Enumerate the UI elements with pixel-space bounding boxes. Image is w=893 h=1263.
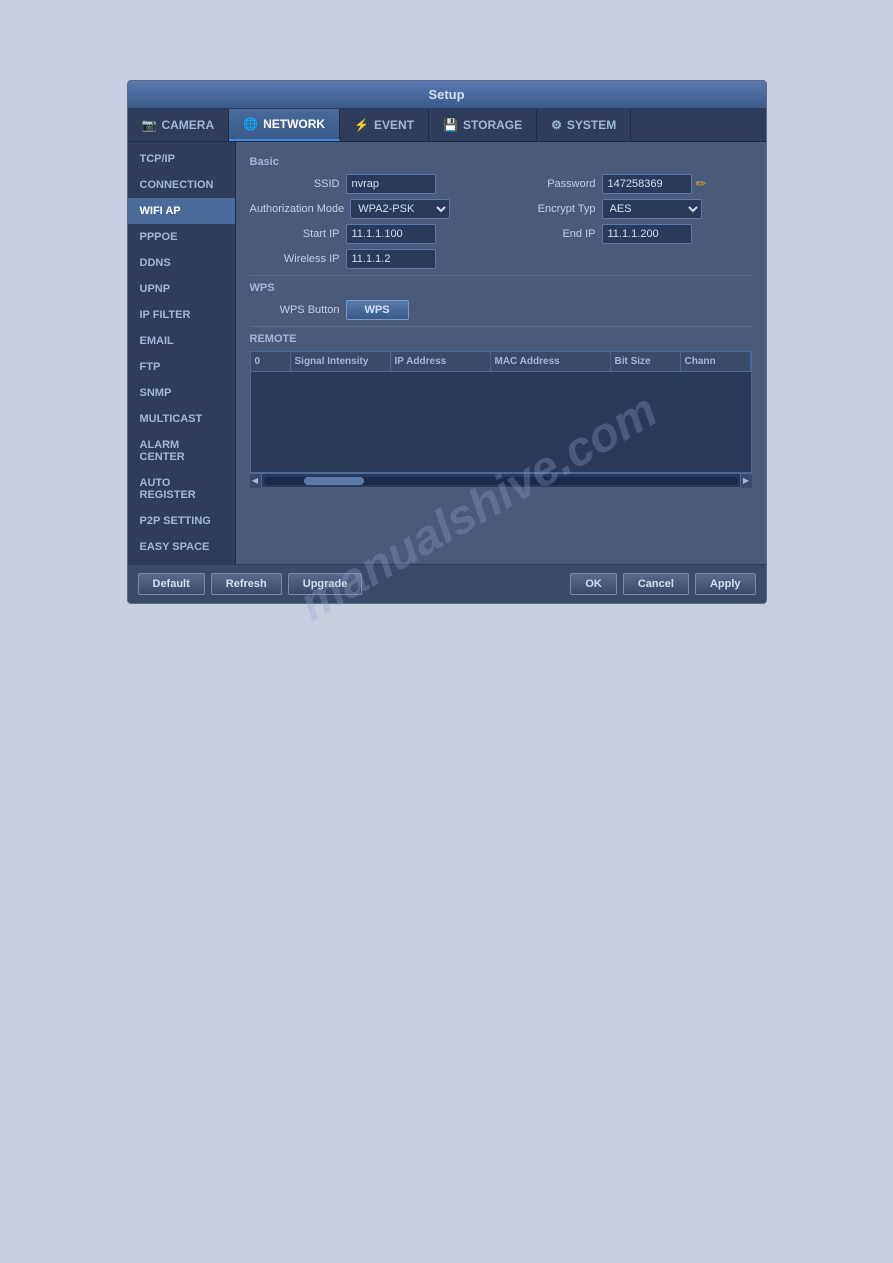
tab-network-label: NETWORK bbox=[263, 117, 325, 131]
btn-group-left: Default Refresh Upgrade bbox=[138, 573, 363, 595]
tab-camera-label: CAMERA bbox=[161, 118, 214, 132]
tab-camera[interactable]: 📷 CAMERA bbox=[128, 109, 230, 141]
tab-event[interactable]: ⚡ EVENT bbox=[340, 109, 429, 141]
col-signal: Signal Intensity bbox=[291, 352, 391, 371]
edit-password-icon[interactable]: ✏ bbox=[696, 176, 707, 192]
table-header: 0 Signal Intensity IP Address MAC Addres… bbox=[251, 352, 751, 372]
ssid-input[interactable] bbox=[346, 174, 436, 194]
upgrade-button[interactable]: Upgrade bbox=[288, 573, 363, 595]
password-input-group: ✏ bbox=[602, 174, 707, 194]
refresh-button[interactable]: Refresh bbox=[211, 573, 282, 595]
auth-mode-row: Authorization Mode WPA2-PSK WPA-PSK WEP … bbox=[250, 199, 496, 219]
wireless-ip-label: Wireless IP bbox=[250, 253, 340, 265]
sidebar: TCP/IP CONNECTION WIFI AP PPPOE DDNS UPN… bbox=[128, 142, 236, 564]
default-button[interactable]: Default bbox=[138, 573, 205, 595]
setup-window: Setup 📷 CAMERA 🌐 NETWORK ⚡ EVENT 💾 STORA… bbox=[127, 80, 767, 604]
scroll-thumb[interactable] bbox=[304, 477, 364, 485]
sidebar-item-tcpip[interactable]: TCP/IP bbox=[128, 146, 235, 172]
wps-button-row: WPS Button WPS bbox=[250, 300, 752, 320]
col-ip: IP Address bbox=[391, 352, 491, 371]
main-panel: Basic SSID Password ✏ bbox=[236, 142, 766, 564]
btn-group-right: OK Cancel Apply bbox=[570, 573, 755, 595]
remote-section-label: REMOTE bbox=[250, 333, 752, 345]
encrypt-type-row: Encrypt Typ AES TKIP AES+TKIP bbox=[506, 199, 752, 219]
wps-section-label: WPS bbox=[250, 282, 752, 294]
start-ip-row: Start IP bbox=[250, 224, 496, 244]
sidebar-item-multicast[interactable]: MULTICAST bbox=[128, 406, 235, 432]
ok-button[interactable]: OK bbox=[570, 573, 617, 595]
sidebar-item-ftp[interactable]: FTP bbox=[128, 354, 235, 380]
system-icon: ⚙ bbox=[551, 118, 562, 132]
cancel-button[interactable]: Cancel bbox=[623, 573, 689, 595]
sidebar-item-easyspace[interactable]: EASY SPACE bbox=[128, 534, 235, 560]
tab-event-label: EVENT bbox=[374, 118, 414, 132]
end-ip-row: End IP bbox=[506, 224, 752, 244]
wps-button[interactable]: WPS bbox=[346, 300, 409, 320]
wireless-ip-row: Wireless IP bbox=[250, 249, 496, 269]
start-ip-input[interactable] bbox=[346, 224, 436, 244]
sidebar-item-connection[interactable]: CONNECTION bbox=[128, 172, 235, 198]
wps-divider bbox=[250, 275, 752, 276]
end-ip-label: End IP bbox=[506, 228, 596, 240]
col-channel: Chann bbox=[681, 352, 751, 371]
wireless-ip-input[interactable] bbox=[346, 249, 436, 269]
scroll-track[interactable] bbox=[264, 477, 738, 485]
camera-icon: 📷 bbox=[142, 118, 157, 132]
password-row: Password ✏ bbox=[506, 174, 752, 194]
col-bitsize: Bit Size bbox=[611, 352, 681, 371]
tab-system[interactable]: ⚙ SYSTEM bbox=[537, 109, 631, 141]
ssid-label: SSID bbox=[250, 178, 340, 190]
scroll-right-arrow[interactable]: ▶ bbox=[740, 474, 752, 488]
tab-storage-label: STORAGE bbox=[463, 118, 522, 132]
sidebar-item-p2psetting[interactable]: P2P SETTING bbox=[128, 508, 235, 534]
title-bar: Setup bbox=[128, 81, 766, 109]
apply-button[interactable]: Apply bbox=[695, 573, 756, 595]
start-ip-label: Start IP bbox=[250, 228, 340, 240]
ssid-row: SSID bbox=[250, 174, 496, 194]
content-area: TCP/IP CONNECTION WIFI AP PPPOE DDNS UPN… bbox=[128, 142, 766, 564]
sidebar-item-pppoe[interactable]: PPPOE bbox=[128, 224, 235, 250]
window-title: Setup bbox=[428, 87, 464, 102]
bottom-bar: Default Refresh Upgrade OK Cancel Apply bbox=[128, 564, 766, 603]
auth-mode-label: Authorization Mode bbox=[250, 203, 345, 215]
sidebar-item-autoregister[interactable]: AUTO REGISTER bbox=[128, 470, 235, 508]
basic-section-label: Basic bbox=[250, 156, 752, 168]
remote-divider bbox=[250, 326, 752, 327]
scroll-left-arrow[interactable]: ◀ bbox=[250, 474, 262, 488]
sidebar-item-snmp[interactable]: SNMP bbox=[128, 380, 235, 406]
sidebar-item-email[interactable]: EMAIL bbox=[128, 328, 235, 354]
form-basic: SSID Password ✏ Authorization Mode bbox=[250, 174, 752, 269]
col-mac: MAC Address bbox=[491, 352, 611, 371]
horizontal-scrollbar[interactable]: ◀ ▶ bbox=[250, 473, 752, 487]
sidebar-item-alarmcenter[interactable]: ALARM CENTER bbox=[128, 432, 235, 470]
sidebar-item-upnp[interactable]: UPNP bbox=[128, 276, 235, 302]
storage-icon: 💾 bbox=[443, 118, 458, 132]
tab-network[interactable]: 🌐 NETWORK bbox=[229, 109, 340, 141]
tab-system-label: SYSTEM bbox=[567, 118, 616, 132]
password-label: Password bbox=[506, 178, 596, 190]
tab-bar: 📷 CAMERA 🌐 NETWORK ⚡ EVENT 💾 STORAGE ⚙ S… bbox=[128, 109, 766, 142]
network-icon: 🌐 bbox=[243, 117, 258, 131]
password-input[interactable] bbox=[602, 174, 692, 194]
end-ip-input[interactable] bbox=[602, 224, 692, 244]
col-num: 0 bbox=[251, 352, 291, 371]
encrypt-type-select[interactable]: AES TKIP AES+TKIP bbox=[602, 199, 702, 219]
sidebar-item-ddns[interactable]: DDNS bbox=[128, 250, 235, 276]
sidebar-item-ipfilter[interactable]: IP FILTER bbox=[128, 302, 235, 328]
auth-mode-select[interactable]: WPA2-PSK WPA-PSK WEP OPEN bbox=[350, 199, 450, 219]
wps-button-label: WPS Button bbox=[250, 304, 340, 316]
table-body bbox=[251, 372, 751, 472]
sidebar-item-wifiap[interactable]: WIFI AP bbox=[128, 198, 235, 224]
event-icon: ⚡ bbox=[354, 118, 369, 132]
tab-storage[interactable]: 💾 STORAGE bbox=[429, 109, 537, 141]
remote-table: 0 Signal Intensity IP Address MAC Addres… bbox=[250, 351, 752, 473]
encrypt-type-label: Encrypt Typ bbox=[506, 203, 596, 215]
